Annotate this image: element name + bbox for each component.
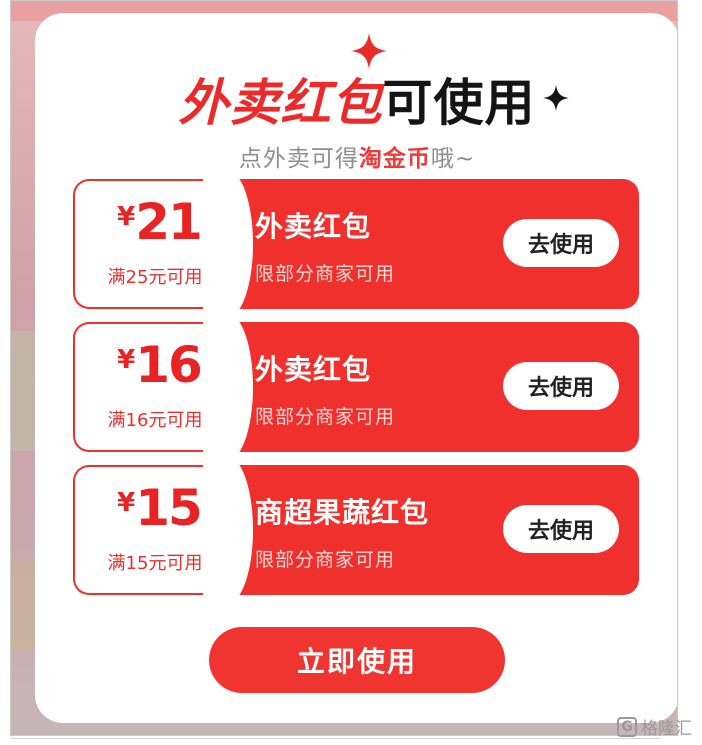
subtitle-text: 点外卖可得 (238, 146, 359, 172)
watermark-text: 格隆汇 (641, 719, 692, 739)
title-dark-text: 可使用 (382, 74, 536, 132)
coupon-scope: 限部分商家可用 (255, 549, 396, 571)
subtitle-suffix: 哦~ (430, 146, 476, 172)
coupon-condition: 满25元可用 (107, 267, 203, 288)
coupon-amount-value: 21 (135, 193, 203, 251)
subtitle-highlight: 淘金币 (358, 146, 431, 172)
dialog-title: 外卖红包 可使用 (35, 59, 677, 139)
coupon-amount: ¥15 (73, 479, 245, 537)
coupon-amount: ¥16 (73, 336, 245, 394)
dialog-subtitle: 点外卖可得淘金币哦~ (35, 139, 677, 173)
use-coupon-button[interactable]: 去使用 (503, 505, 619, 553)
coupon-name: 外卖红包 (255, 353, 372, 386)
coupon-amount-value: 16 (135, 336, 203, 394)
coupon-name: 商超果蔬红包 (255, 496, 430, 529)
coupon-amount: ¥21 (73, 193, 245, 251)
coupon-scope: 限部分商家可用 (255, 263, 396, 285)
g-logo-icon: G (617, 716, 637, 737)
background-page: 外卖红包 可使用 点外卖可得淘金币哦~ ¥21 满25元可用 外卖红包 限部分商… (10, 0, 678, 736)
coupon-amount-value: 15 (135, 479, 203, 537)
use-now-button[interactable]: 立即使用 (209, 627, 505, 693)
coupon-condition: 满15元可用 (107, 553, 203, 574)
use-coupon-button[interactable]: 去使用 (503, 362, 619, 410)
title-red-text: 外卖红包 (178, 74, 383, 132)
currency-symbol: ¥ (117, 488, 136, 518)
coupon-condition: 满16元可用 (107, 410, 203, 431)
currency-symbol: ¥ (117, 202, 136, 232)
coupon-card: ¥21 满25元可用 外卖红包 限部分商家可用 去使用 (73, 179, 639, 309)
coupon-name: 外卖红包 (255, 210, 372, 243)
watermark: G 格隆汇 (617, 714, 692, 739)
divider (10, 738, 660, 739)
currency-symbol: ¥ (117, 345, 136, 375)
coupon-card: ¥15 满15元可用 商超果蔬红包 限部分商家可用 去使用 (73, 465, 639, 595)
use-coupon-button[interactable]: 去使用 (503, 219, 619, 267)
coupon-card: ¥16 满16元可用 外卖红包 限部分商家可用 去使用 (73, 322, 639, 452)
coupon-scope: 限部分商家可用 (255, 406, 396, 428)
coupon-dialog: 外卖红包 可使用 点外卖可得淘金币哦~ ¥21 满25元可用 外卖红包 限部分商… (35, 13, 677, 723)
